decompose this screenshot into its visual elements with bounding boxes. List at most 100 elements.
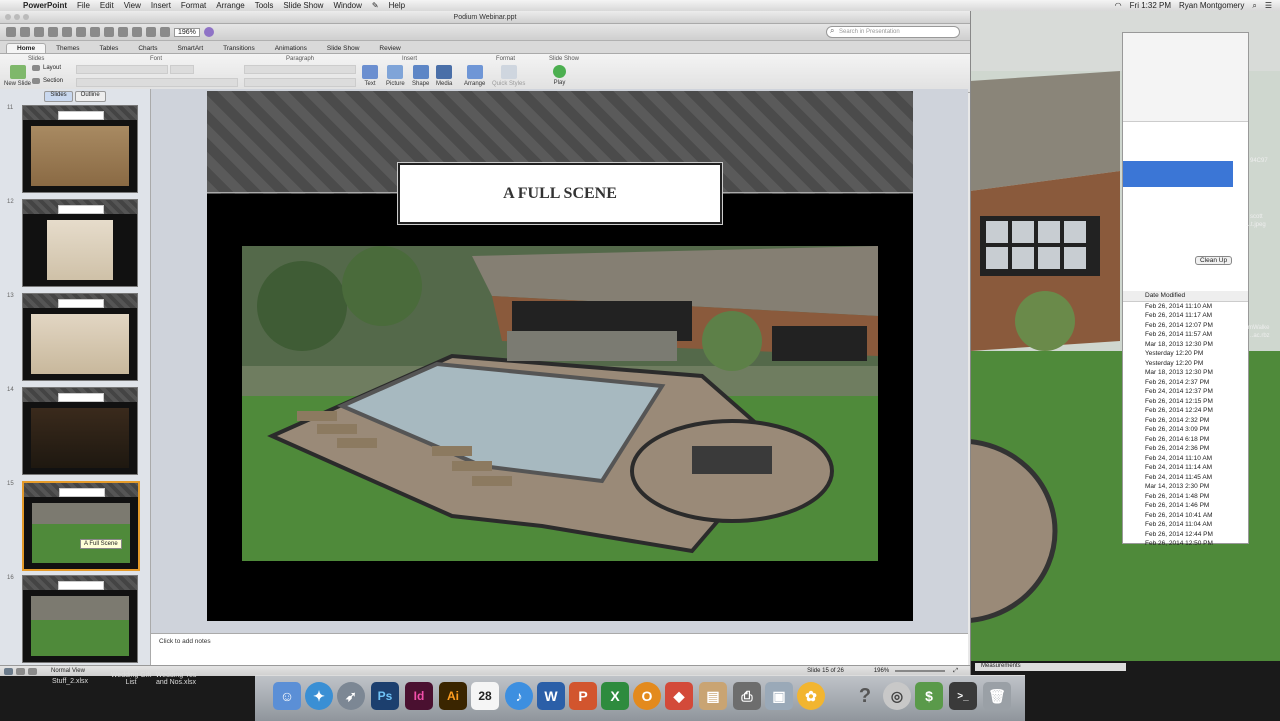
desktop-file-label[interactable]: Wedding Gift List (110, 672, 152, 686)
media-button[interactable]: Media (436, 65, 452, 87)
indesign-icon[interactable]: Id (405, 682, 433, 710)
normal-view-icon[interactable] (4, 667, 13, 675)
preview-icon[interactable]: ▤ (699, 682, 727, 710)
list-item[interactable]: Feb 26, 2014 11:04 AM (1123, 520, 1248, 530)
align-buttons[interactable] (244, 78, 356, 87)
notes-placeholder[interactable]: Click to add notes (151, 634, 968, 649)
tab-charts[interactable]: Charts (128, 44, 167, 53)
tab-outline[interactable]: Outline (74, 91, 106, 102)
clock[interactable]: Fri 1:32 PM (1130, 1, 1171, 10)
desktop-file-label[interactable]: ...t.jpeg (1246, 222, 1266, 228)
launchpad-icon[interactable]: ➶ (337, 682, 365, 710)
finder-selection[interactable] (1123, 161, 1233, 187)
list-item[interactable]: Mar 18, 2013 12:30 PM (1123, 340, 1248, 350)
photoshop-icon[interactable]: Ps (371, 682, 399, 710)
slide-thumbnail[interactable] (22, 293, 138, 381)
help-icon[interactable]: ? (851, 682, 879, 710)
list-item[interactable]: Feb 24, 2014 11:14 AM (1123, 463, 1248, 473)
list-buttons[interactable] (244, 65, 356, 74)
slide-thumbnail-selected[interactable] (22, 481, 140, 571)
iphoto-icon[interactable]: ▣ (765, 682, 793, 710)
section-button[interactable]: Section (32, 78, 63, 84)
list-item[interactable]: Feb 26, 2014 12:15 PM (1123, 397, 1248, 407)
list-item[interactable]: Feb 26, 2014 11:17 AM (1123, 311, 1248, 321)
script-menu-icon[interactable]: ✎ (367, 1, 384, 10)
disk-utility-icon[interactable]: ◎ (883, 682, 911, 710)
finder-icon[interactable]: ☺ (273, 682, 301, 710)
list-item[interactable]: Feb 26, 2014 2:36 PM (1123, 444, 1248, 454)
measurements-box[interactable]: Measurements (975, 663, 1126, 671)
slide-thumbnail[interactable] (22, 387, 138, 475)
font-format-buttons[interactable] (76, 78, 238, 87)
desktop-file-label[interactable]: scott (1250, 214, 1263, 220)
redo-icon[interactable] (146, 27, 156, 37)
clean-up-button[interactable]: Clean Up (1195, 256, 1233, 265)
list-item[interactable]: Feb 24, 2014 12:37 PM (1123, 387, 1248, 397)
slide-sorter-icon[interactable] (16, 667, 25, 675)
list-item[interactable]: Yesterday 12:20 PM (1123, 349, 1248, 359)
list-item[interactable]: Feb 26, 2014 11:57 AM (1123, 330, 1248, 340)
word-icon[interactable]: W (537, 682, 565, 710)
sketchup-icon[interactable]: ◆ (665, 682, 693, 710)
slide-thumbnail[interactable] (22, 575, 138, 663)
scene-render-image[interactable] (242, 246, 878, 561)
play-button[interactable]: Play (553, 65, 566, 86)
list-item[interactable]: Feb 26, 2014 12:44 PM (1123, 530, 1248, 540)
outlook-icon[interactable]: O (633, 682, 661, 710)
list-item[interactable]: Feb 26, 2014 1:46 PM (1123, 501, 1248, 511)
list-item[interactable]: Feb 24, 2014 11:45 AM (1123, 473, 1248, 483)
itunes-icon[interactable]: ♪ (505, 682, 533, 710)
zoom-slider[interactable] (895, 670, 946, 672)
slide-show-view-icon[interactable] (28, 667, 37, 675)
list-item[interactable]: Feb 26, 2014 6:18 PM (1123, 435, 1248, 445)
tab-slides[interactable]: Slides (44, 91, 73, 102)
quick-styles-button[interactable]: Quick Styles (492, 65, 525, 87)
menu-edit[interactable]: Edit (95, 1, 119, 10)
fit-window-icon[interactable]: ⤢ (953, 668, 958, 675)
list-item[interactable]: Feb 26, 2014 12:50 PM (1123, 539, 1248, 549)
list-item[interactable]: Feb 26, 2014 2:37 PM (1123, 378, 1248, 388)
menu-format[interactable]: Format (176, 1, 211, 10)
menu-slide-show[interactable]: Slide Show (278, 1, 328, 10)
help-icon[interactable] (203, 27, 214, 37)
calendar-icon[interactable]: 28 (471, 682, 499, 710)
terminal-icon[interactable]: >_ (949, 682, 977, 710)
tab-slide-show[interactable]: Slide Show (317, 44, 370, 53)
list-item[interactable]: Feb 24, 2014 11:10 AM (1123, 454, 1248, 464)
search-input[interactable]: Search in Presentation (826, 26, 960, 38)
list-item[interactable]: Feb 26, 2014 1:48 PM (1123, 492, 1248, 502)
tab-transitions[interactable]: Transitions (213, 44, 265, 53)
status-zoom[interactable]: 196% (874, 668, 889, 674)
tab-home[interactable]: Home (6, 43, 47, 53)
font-name-select[interactable] (76, 65, 168, 74)
money-icon[interactable]: $ (915, 682, 943, 710)
user-name[interactable]: Ryan Montgomery (1179, 1, 1244, 10)
illustrator-icon[interactable]: Ai (439, 682, 467, 710)
tab-themes[interactable]: Themes (46, 44, 89, 53)
list-item[interactable]: Feb 26, 2014 10:41 AM (1123, 511, 1248, 521)
tab-review[interactable]: Review (369, 44, 410, 53)
list-item[interactable]: Yesterday 12:20 PM (1123, 359, 1248, 369)
font-size-select[interactable] (170, 65, 194, 74)
shape-button[interactable]: Shape (412, 65, 429, 87)
desktop-file-label[interactable]: ..ac.rbz (1250, 333, 1270, 339)
desktop-file-label[interactable]: Wedding Yes and Nos.xlsx (150, 672, 202, 686)
list-item[interactable]: Mar 18, 2013 12:30 PM (1123, 368, 1248, 378)
undo-icon[interactable] (132, 27, 142, 37)
tab-tables[interactable]: Tables (90, 44, 129, 53)
picture-button[interactable]: Picture (386, 65, 405, 87)
menu-tools[interactable]: Tools (250, 1, 279, 10)
menu-help[interactable]: Help (384, 1, 410, 10)
date-modified-header[interactable]: Date Modified (1123, 291, 1248, 302)
copy-icon[interactable] (90, 27, 100, 37)
list-item[interactable]: Feb 26, 2014 12:07 PM (1123, 321, 1248, 331)
templates-icon[interactable] (20, 27, 30, 37)
notes-pane[interactable]: Click to add notes (151, 633, 968, 666)
powerpoint-icon[interactable]: P (569, 682, 597, 710)
menu-insert[interactable]: Insert (146, 1, 176, 10)
list-item[interactable]: Feb 26, 2014 12:24 PM (1123, 406, 1248, 416)
gallery-icon[interactable] (160, 27, 170, 37)
tab-smartart[interactable]: SmartArt (168, 44, 214, 53)
layout-button[interactable]: Layout (32, 65, 61, 71)
text-button[interactable]: Text (362, 65, 378, 87)
